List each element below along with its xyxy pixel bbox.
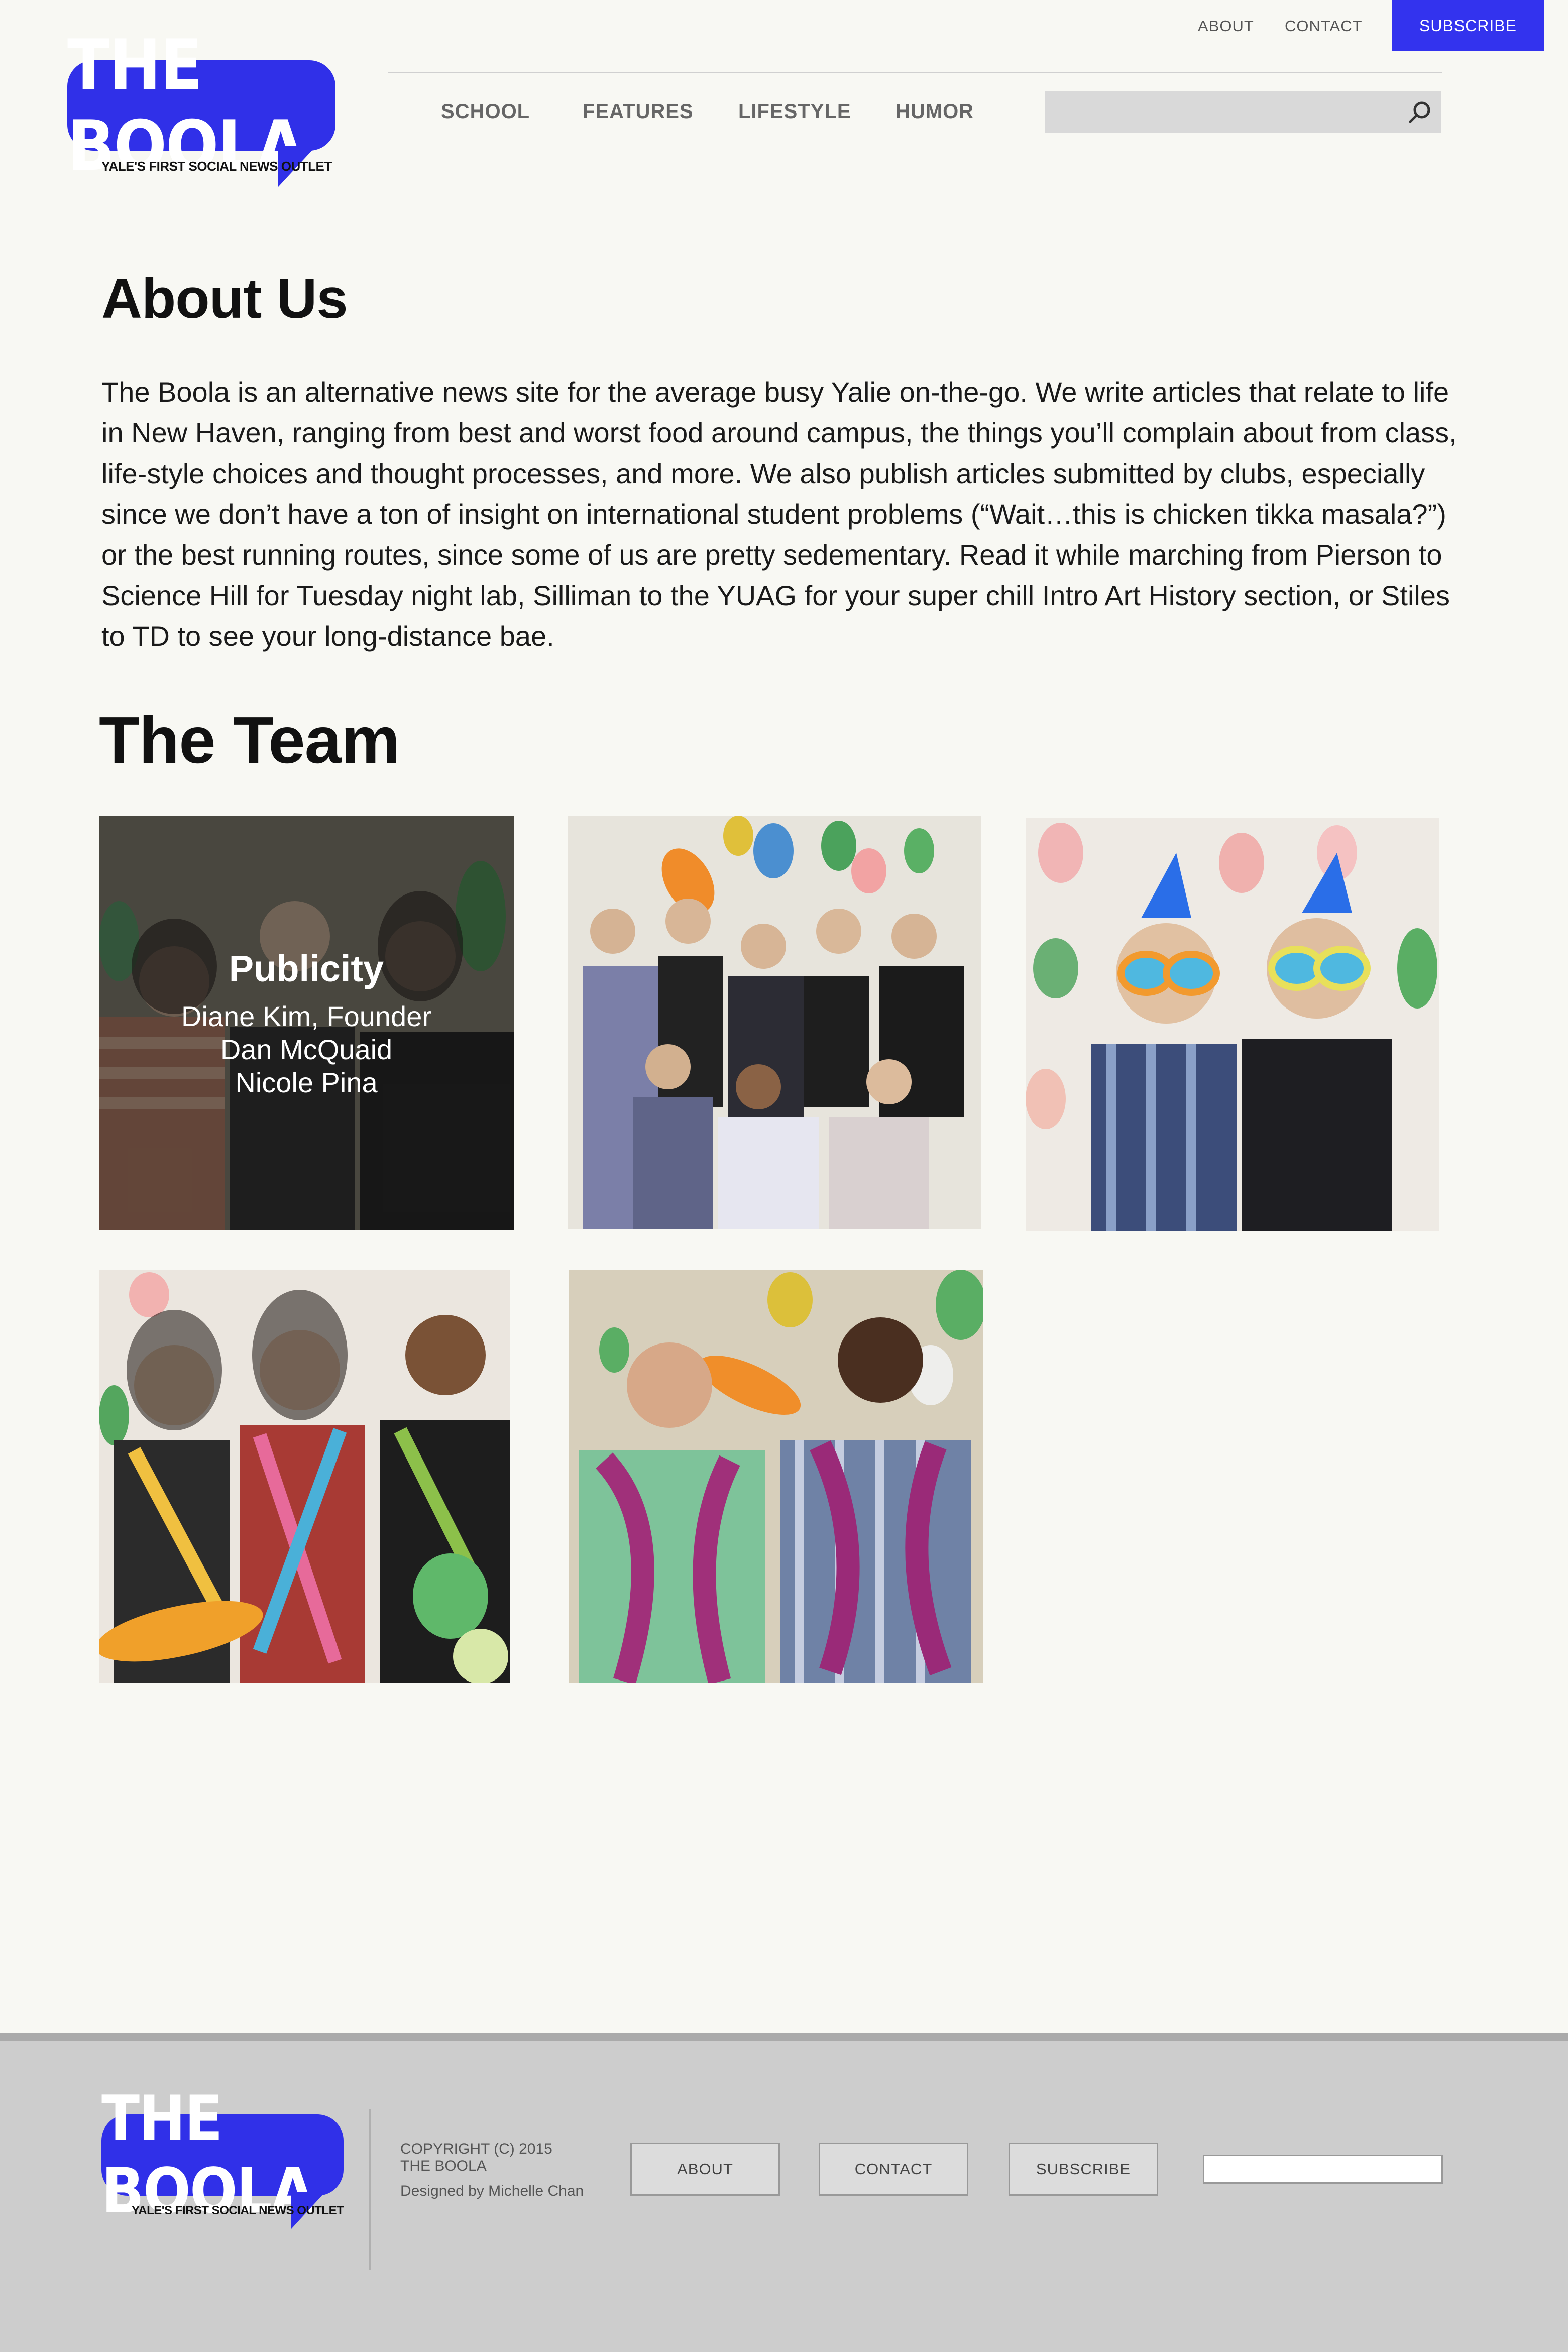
nav-lifestyle[interactable]: LIFESTYLE bbox=[738, 100, 851, 123]
header-about-link[interactable]: ABOUT bbox=[1198, 17, 1254, 35]
logo-bubble: THE BOOLA bbox=[67, 25, 335, 186]
footer-email-input[interactable] bbox=[1203, 2155, 1443, 2184]
site-logo[interactable]: THE BOOLA YALE'S FIRST SOCIAL NEWS OUTLE… bbox=[67, 25, 339, 191]
team-member: Diane Kim, Founder bbox=[181, 1000, 431, 1032]
team-photo-image bbox=[569, 1270, 983, 1683]
footer-designer: Designed by Michelle Chan bbox=[400, 2183, 584, 2199]
logo-tagline: YALE'S FIRST SOCIAL NEWS OUTLET bbox=[101, 159, 332, 174]
about-body: The Boola is an alternative news site fo… bbox=[101, 376, 1457, 652]
logo-bubble: THE BOOLA bbox=[101, 2083, 344, 2227]
team-member: Dan McQuaid bbox=[220, 1033, 393, 1065]
search-input[interactable] bbox=[1045, 91, 1441, 133]
team-photo-group[interactable] bbox=[568, 816, 981, 1229]
nav-divider bbox=[388, 72, 1442, 73]
team-photo-image bbox=[568, 816, 981, 1229]
footer-subscribe-button[interactable]: SUBSCRIBE bbox=[1009, 2143, 1158, 2196]
subscribe-button[interactable]: SUBSCRIBE bbox=[1392, 0, 1544, 51]
team-photo-image bbox=[1026, 818, 1439, 1231]
search-icon[interactable] bbox=[1408, 100, 1431, 124]
footer-logo[interactable]: THE BOOLA YALE'S FIRST SOCIAL NEWS OUTLE… bbox=[101, 2083, 353, 2235]
team-photo-rainbow[interactable] bbox=[99, 1270, 510, 1683]
footer-about-button[interactable]: ABOUT bbox=[630, 2143, 780, 2196]
team-photo-glasses[interactable] bbox=[1026, 818, 1439, 1231]
team-photo-image bbox=[99, 1270, 510, 1683]
footer-site-name: THE BOOLA bbox=[400, 2158, 487, 2174]
nav-school[interactable]: SCHOOL bbox=[441, 100, 530, 123]
logo-tagline: YALE'S FIRST SOCIAL NEWS OUTLET bbox=[132, 2204, 344, 2217]
team-title: The Team bbox=[99, 703, 400, 777]
team-group-title: Publicity bbox=[229, 947, 384, 989]
team-photo-overlay: Publicity Diane Kim, Founder Dan McQuaid… bbox=[99, 816, 514, 1230]
nav-features[interactable]: FEATURES bbox=[583, 100, 694, 123]
team-member: Nicole Pina bbox=[235, 1066, 378, 1098]
team-photo-publicity[interactable]: Publicity Diane Kim, Founder Dan McQuaid… bbox=[99, 816, 514, 1230]
header-contact-link[interactable]: CONTACT bbox=[1285, 17, 1363, 35]
footer-copyright: COPYRIGHT (C) 2015 bbox=[400, 2141, 552, 2157]
about-title: About Us bbox=[101, 267, 348, 330]
team-photo-tinsel[interactable] bbox=[569, 1270, 983, 1683]
footer-contact-button[interactable]: CONTACT bbox=[819, 2143, 968, 2196]
nav-humor[interactable]: HUMOR bbox=[895, 100, 974, 123]
footer-divider bbox=[369, 2109, 371, 2270]
